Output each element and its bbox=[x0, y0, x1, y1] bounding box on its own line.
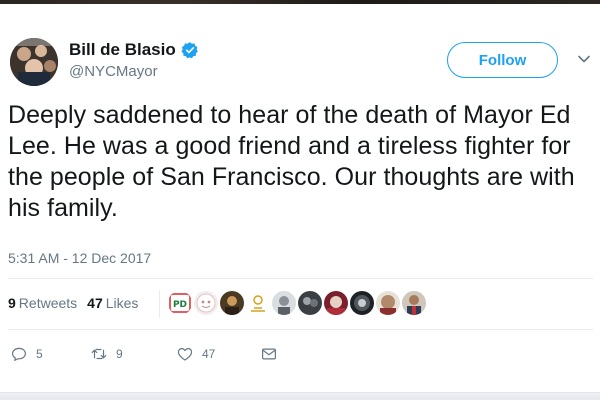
likes-count: 47 bbox=[87, 295, 103, 311]
liker-avatar[interactable] bbox=[272, 291, 296, 315]
stats-separator bbox=[159, 290, 160, 318]
like-button[interactable]: 47 bbox=[176, 345, 215, 363]
tweet-actions: 5 9 47 bbox=[8, 345, 308, 365]
liker-avatar[interactable] bbox=[376, 291, 400, 315]
author-handle[interactable]: @NYCMayor bbox=[69, 63, 158, 80]
liker-avatar[interactable] bbox=[220, 291, 244, 315]
heart-icon bbox=[177, 348, 193, 361]
retweet-button[interactable]: 9 bbox=[90, 345, 123, 363]
liker-avatar[interactable] bbox=[324, 291, 348, 315]
verified-badge-icon bbox=[181, 42, 198, 59]
likes-label: Likes bbox=[105, 295, 139, 311]
reply-count: 5 bbox=[36, 347, 43, 361]
liker-avatar[interactable] bbox=[402, 291, 426, 315]
avatar-photo bbox=[10, 38, 58, 86]
liker-avatar[interactable] bbox=[298, 291, 322, 315]
bottom-border bbox=[0, 392, 600, 400]
likes-stat[interactable]: 47 Likes bbox=[87, 295, 138, 311]
liker-avatar[interactable]: PD bbox=[168, 291, 192, 315]
liker-avatar[interactable] bbox=[194, 291, 218, 315]
tweet-stats: 9 Retweets 47 Likes bbox=[8, 295, 138, 311]
divider bbox=[8, 329, 593, 330]
liker-avatar[interactable] bbox=[246, 291, 270, 315]
envelope-icon bbox=[262, 348, 276, 360]
liker-avatars: PD bbox=[168, 291, 426, 315]
retweet-count: 9 bbox=[116, 347, 123, 361]
reply-icon bbox=[12, 347, 26, 361]
like-count: 47 bbox=[202, 347, 216, 361]
tweet-text: Deeply saddened to hear of the death of … bbox=[8, 101, 575, 222]
liker-avatar[interactable] bbox=[350, 291, 374, 315]
author-display-name[interactable]: Bill de Blasio bbox=[69, 40, 176, 60]
svg-text:PD: PD bbox=[173, 300, 187, 310]
author-name-row: Bill de Blasio bbox=[69, 40, 199, 60]
author-avatar[interactable] bbox=[10, 38, 58, 86]
reply-button[interactable]: 5 bbox=[10, 345, 43, 363]
divider bbox=[8, 278, 593, 279]
chevron-down-icon[interactable] bbox=[577, 52, 591, 66]
retweets-label: Retweets bbox=[18, 295, 78, 311]
cropped-image-strip bbox=[0, 0, 600, 4]
retweet-icon bbox=[91, 348, 107, 360]
retweets-stat[interactable]: 9 Retweets bbox=[8, 295, 77, 311]
tweet-timestamp[interactable]: 5:31 AM - 12 Dec 2017 bbox=[8, 250, 151, 266]
retweets-count: 9 bbox=[8, 295, 16, 311]
follow-button[interactable]: Follow bbox=[447, 42, 558, 78]
direct-message-button[interactable] bbox=[260, 345, 278, 363]
